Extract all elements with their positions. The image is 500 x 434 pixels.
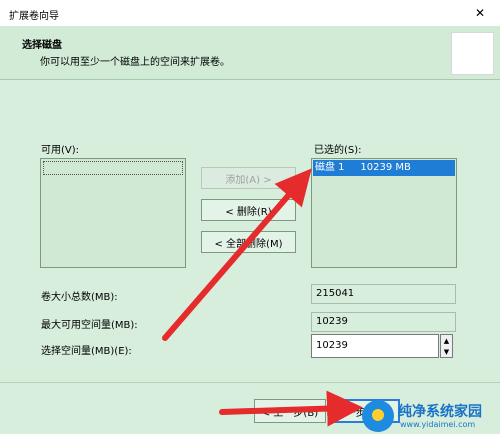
selected-label: 已选的(S): — [314, 145, 362, 156]
watermark: 纯净系统家园 www.yidaimei.com — [362, 400, 498, 432]
spin-down-icon[interactable]: ▼ — [441, 346, 452, 357]
add-button[interactable]: 添加(A) > — [201, 167, 296, 189]
close-icon[interactable]: ✕ — [470, 4, 490, 22]
list-item[interactable]: 磁盘 1 10239 MB — [313, 160, 455, 176]
quantity-stepper[interactable]: ▲ ▼ — [440, 334, 453, 358]
select-space-label: 选择空间量(MB)(E): — [41, 346, 132, 357]
window-title: 扩展卷向导 — [9, 11, 59, 22]
total-size-value: 215041 — [311, 284, 456, 304]
remove-all-button[interactable]: < 全部删除(M) — [201, 231, 296, 253]
remove-button[interactable]: < 删除(R) — [201, 199, 296, 221]
wizard-image — [451, 32, 494, 75]
max-space-value: 10239 — [311, 312, 456, 332]
available-label: 可用(V): — [41, 145, 80, 156]
back-button[interactable]: < 上一步(B) — [254, 399, 326, 423]
page-subtitle: 你可以用至少一个磁盘上的空间来扩展卷。 — [40, 57, 230, 68]
spin-up-icon[interactable]: ▲ — [441, 335, 452, 346]
title-bar: 扩展卷向导 ✕ — [0, 0, 500, 26]
watermark-url: www.yidaimei.com — [400, 420, 476, 429]
page-title: 选择磁盘 — [22, 40, 62, 51]
total-size-label: 卷大小总数(MB): — [41, 292, 118, 303]
watermark-logo-icon — [362, 400, 394, 432]
available-list[interactable] — [40, 158, 186, 268]
select-space-input[interactable]: 10239 — [311, 334, 439, 358]
selected-list[interactable]: 磁盘 1 10239 MB — [311, 158, 457, 268]
max-space-label: 最大可用空间量(MB): — [41, 320, 138, 331]
watermark-title: 纯净系统家园 — [398, 404, 482, 420]
focus-rect — [43, 161, 183, 175]
wizard-header: 选择磁盘 你可以用至少一个磁盘上的空间来扩展卷。 — [0, 26, 500, 80]
